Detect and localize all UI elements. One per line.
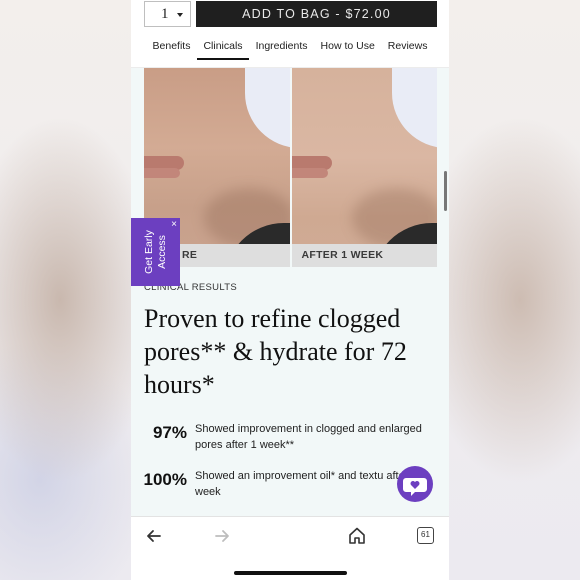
chevron-down-icon bbox=[177, 13, 183, 17]
tab-reviews[interactable]: Reviews bbox=[381, 38, 434, 60]
after-photo: AFTER 1 WEEK bbox=[291, 68, 437, 267]
early-access-label: Get Early Access bbox=[143, 230, 168, 274]
add-to-bag-button[interactable]: ADD TO BAG - $72.00 bbox=[196, 1, 437, 27]
clinicals-section: RE AFTER 1 WEEK × Get Early Access CLINI… bbox=[131, 68, 449, 516]
phone-screen: 1 ADD TO BAG - $72.00 Benefits Clinicals… bbox=[131, 0, 449, 580]
tabs-icon[interactable]: 61 bbox=[417, 527, 434, 544]
before-after-photos: RE AFTER 1 WEEK bbox=[144, 68, 437, 267]
chat-heart-icon bbox=[403, 478, 427, 496]
close-icon[interactable]: × bbox=[171, 219, 177, 230]
quantity-select[interactable]: 1 bbox=[144, 1, 191, 27]
get-early-access-tab[interactable]: × Get Early Access bbox=[131, 218, 180, 286]
quantity-value: 1 bbox=[161, 6, 169, 22]
sticky-purchase-bar: 1 ADD TO BAG - $72.00 Benefits Clinicals… bbox=[131, 0, 449, 68]
tab-count: 61 bbox=[421, 530, 430, 539]
section-tabs: Benefits Clinicals Ingredients How to Us… bbox=[131, 38, 449, 60]
back-arrow-icon[interactable] bbox=[145, 527, 163, 545]
section-headline: Proven to refine clogged pores** & hydra… bbox=[144, 304, 407, 399]
stat-value: 100% bbox=[143, 470, 187, 489]
chat-button[interactable] bbox=[397, 466, 433, 502]
after-label: AFTER 1 WEEK bbox=[291, 244, 437, 267]
stat-value: 97% bbox=[152, 423, 187, 442]
scrollbar[interactable] bbox=[444, 171, 447, 211]
stat-description: Showed improvement in clogged and enlarg… bbox=[195, 423, 422, 451]
tab-ingredients[interactable]: Ingredients bbox=[249, 38, 314, 60]
tab-clinicals[interactable]: Clinicals bbox=[196, 38, 250, 60]
forward-arrow-icon[interactable] bbox=[213, 527, 231, 545]
tab-how-to-use[interactable]: How to Use bbox=[314, 38, 381, 60]
tab-benefits[interactable]: Benefits bbox=[146, 38, 197, 60]
home-icon[interactable] bbox=[348, 526, 366, 545]
browser-toolbar: 61 bbox=[131, 516, 449, 580]
home-indicator[interactable] bbox=[234, 571, 347, 575]
